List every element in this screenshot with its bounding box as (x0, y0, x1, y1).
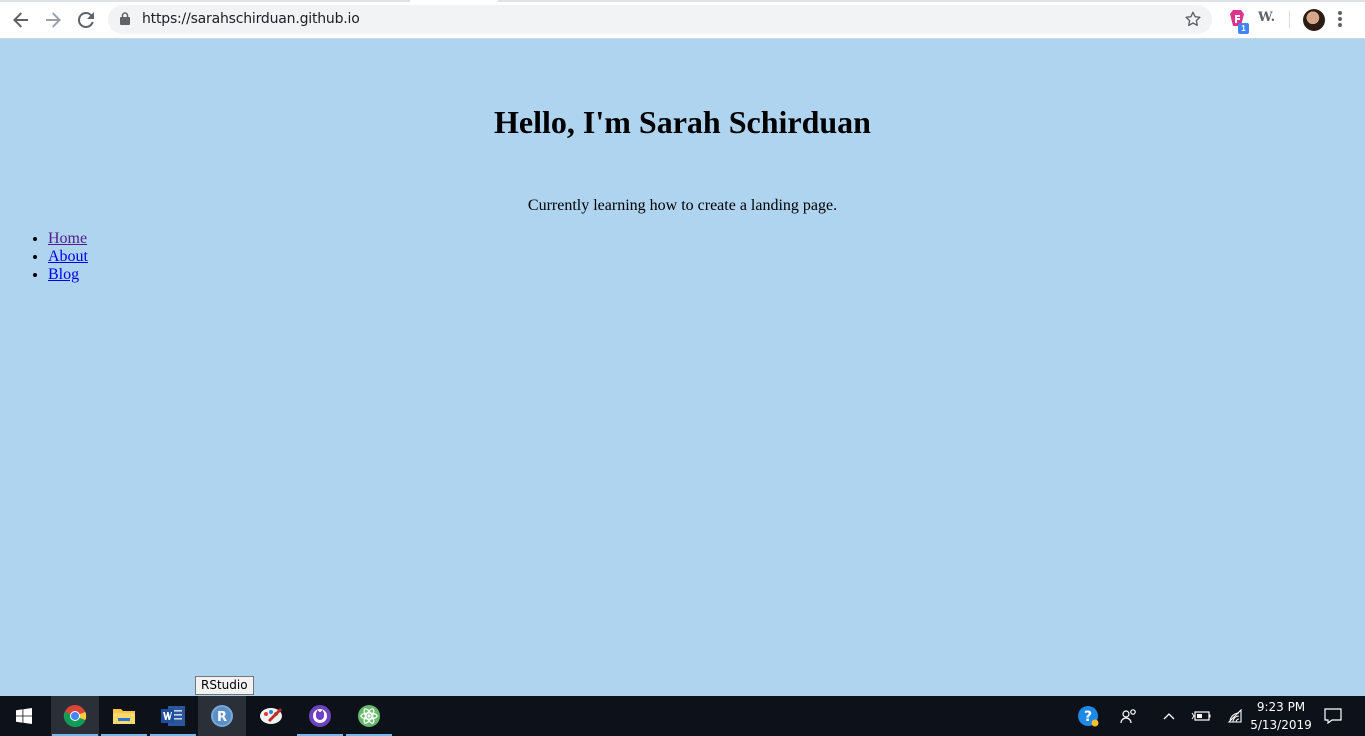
chrome-icon[interactable] (51, 696, 99, 736)
active-tab-edge (410, 0, 498, 2)
clock-time: 9:23 PM (1256, 700, 1306, 714)
nav-link-about[interactable]: About (48, 248, 88, 265)
rstudio-tooltip: RStudio (195, 676, 254, 695)
svg-text:?: ? (1084, 709, 1092, 725)
battery-icon[interactable] (1188, 696, 1214, 736)
extension-badge: 1 (1238, 23, 1249, 34)
file-explorer-icon[interactable] (100, 696, 148, 736)
windows-start-icon[interactable] (0, 696, 48, 736)
chevron-up-icon[interactable] (1158, 696, 1180, 736)
paint-app-icon[interactable] (247, 696, 295, 736)
nav-item-about: About (48, 248, 88, 266)
taskbar: R ? 9:23 PM 5/13/2019 (0, 696, 1365, 736)
url-text: https://sarahschirduan.github.io (142, 11, 360, 27)
nav-link-home[interactable]: Home (48, 230, 87, 247)
nav-item-home: Home (48, 230, 88, 248)
nav-item-blog: Blog (48, 266, 88, 284)
page-title: Hello, I'm Sarah Schirduan (494, 104, 871, 140)
github-desktop-icon[interactable] (296, 696, 344, 736)
star-icon[interactable] (1184, 10, 1202, 33)
nav-link-blog[interactable]: Blog (48, 266, 79, 283)
page-subtitle: Currently learning how to create a landi… (527, 197, 838, 214)
atom-icon[interactable] (345, 696, 393, 736)
svg-text:R: R (217, 710, 227, 725)
w-extension-icon[interactable]: W. (1258, 10, 1275, 25)
toolbar-divider (1289, 11, 1290, 28)
wifi-icon[interactable] (1222, 696, 1246, 736)
notifications-icon[interactable] (1320, 696, 1346, 736)
menu-icon[interactable] (1338, 10, 1342, 33)
browser-toolbar: https://sarahschirduan.github.io 1 W. (0, 0, 1365, 39)
system-clock[interactable]: 9:23 PM 5/13/2019 (1248, 698, 1314, 734)
lock-icon (120, 12, 130, 30)
profile-avatar[interactable] (1303, 9, 1325, 31)
people-icon[interactable] (1116, 696, 1142, 736)
back-icon[interactable] (9, 8, 33, 32)
address-bar[interactable]: https://sarahschirduan.github.io (108, 5, 1212, 34)
reload-icon[interactable] (74, 8, 98, 32)
clock-date: 5/13/2019 (1250, 718, 1312, 732)
nav-list: Home About Blog (48, 230, 88, 284)
forward-icon[interactable] (41, 8, 65, 32)
rstudio-icon[interactable]: R (198, 696, 246, 736)
help-icon[interactable]: ? (1074, 696, 1102, 736)
word-icon[interactable] (149, 696, 197, 736)
tab-strip-edge (0, 0, 1365, 2)
